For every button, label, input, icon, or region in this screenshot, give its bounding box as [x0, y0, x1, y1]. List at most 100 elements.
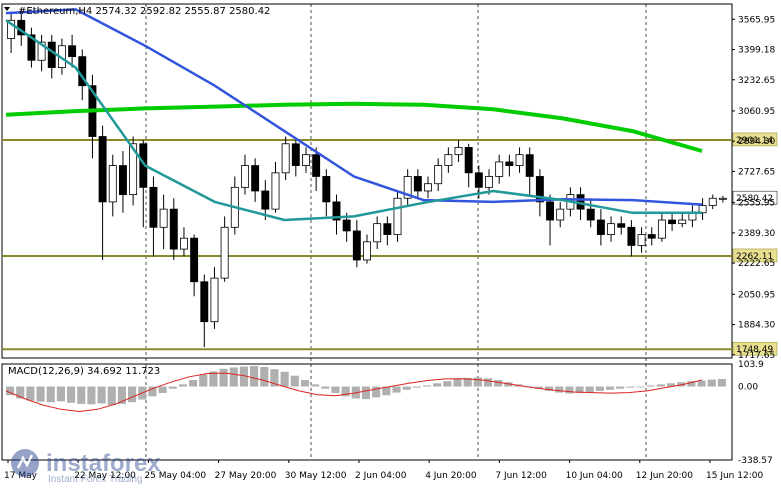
candle-body [241, 165, 249, 188]
candle-body [424, 183, 432, 192]
candle-body [352, 230, 361, 261]
candle-body [393, 197, 402, 235]
chart-canvas: 2901.142262.111748.492580.423565.953399.… [1, 3, 778, 481]
candle-body [474, 172, 483, 188]
macd-bar [168, 386, 177, 389]
macd-bar [250, 365, 259, 387]
macd-bar [636, 386, 645, 388]
macd-bar [331, 386, 340, 394]
candle-body [68, 45, 77, 58]
y-tick-label: 2894.30 [738, 137, 775, 147]
x-tick-label: 12 Jun 20:00 [636, 471, 693, 481]
macd-bar [717, 378, 726, 387]
x-tick-label: 15 Jun 12:00 [706, 471, 763, 481]
macd-bar [565, 386, 574, 394]
candle-body [434, 165, 443, 185]
macd-bar [87, 386, 96, 405]
candle-body [149, 186, 158, 228]
macd-bar [697, 380, 706, 387]
candle-body [678, 219, 687, 225]
x-tick-label: 4 Jun 20:00 [425, 471, 477, 481]
macd-bar [229, 367, 238, 387]
macd-bar [707, 379, 716, 387]
macd-bar [585, 386, 594, 392]
x-tick-label: 2 Jun 04:00 [355, 471, 407, 481]
macd-y-label: 103.9 [738, 360, 764, 370]
candle-body [302, 154, 310, 166]
candle-body [98, 136, 107, 203]
candle-body [342, 219, 351, 232]
macd-bar [473, 377, 482, 387]
candle-body [546, 201, 555, 221]
macd-bar [494, 380, 503, 387]
y-tick-label: 2555.95 [738, 199, 775, 209]
macd-bar [46, 386, 55, 403]
macd-bar [77, 386, 86, 404]
macd-bar [626, 386, 635, 388]
candle-body [647, 234, 656, 239]
y-tick-label: 2050.95 [738, 290, 775, 300]
macd-bar [178, 384, 188, 387]
candle-body [169, 208, 178, 250]
candle-body [525, 154, 534, 177]
candle-body [637, 234, 646, 246]
candle-body [190, 237, 199, 283]
macd-bar [443, 381, 452, 387]
candle-body [556, 208, 565, 221]
macd-bar [189, 380, 198, 387]
candle-body [251, 165, 260, 192]
macd-title: MACD(12,26,9) 34.692 11.723 [8, 366, 160, 377]
candle-body [281, 143, 290, 174]
macd-bar [321, 386, 330, 389]
macd-bar [453, 378, 462, 387]
x-tick-label: 30 May 12:00 [285, 471, 347, 481]
y-tick-label: 3565.95 [738, 15, 775, 25]
candle-body [718, 197, 727, 200]
candle-body [495, 161, 504, 177]
macd-bar [26, 386, 35, 401]
macd-bar [433, 383, 442, 387]
candle-body [210, 277, 219, 323]
y-tick-label: 1884.30 [738, 321, 775, 331]
macd-y-label: -338.57 [738, 456, 773, 466]
candle-body [220, 226, 229, 279]
candle-body [322, 176, 331, 203]
candle-body [657, 219, 666, 239]
candle-body [373, 223, 382, 243]
macd-bar [199, 374, 208, 387]
candle-body [383, 223, 392, 235]
macd-bar [107, 386, 116, 405]
macd-y-label: 0.00 [738, 383, 758, 393]
chart-title: #Ethereum,H4 2574.32 2592.82 2555.87 258… [18, 6, 270, 17]
candle-body [454, 147, 463, 156]
candle-body [108, 165, 117, 203]
macd-bar [402, 386, 411, 390]
y-tick-label: 2389.30 [738, 229, 775, 239]
macd-bar [97, 386, 106, 404]
macd-bar [260, 367, 269, 387]
chevron-down-icon[interactable] [4, 7, 10, 11]
macd-bar [219, 368, 228, 387]
y-tick-label: 2727.65 [738, 167, 775, 177]
macd-bar [36, 386, 45, 402]
candle-body [271, 172, 280, 210]
macd-bar [646, 385, 655, 387]
macd-bar [483, 378, 493, 387]
candle-body [261, 190, 270, 210]
candle-body [586, 208, 595, 221]
x-tick-label: 27 May 20:00 [215, 471, 277, 481]
macd-bar [67, 386, 76, 403]
candle-body [708, 197, 717, 206]
candle-body [444, 154, 453, 166]
candle-body [485, 176, 493, 188]
candle-body [159, 208, 168, 228]
macd-bar [280, 371, 289, 387]
watermark-tagline: Instant Forex Trading [48, 474, 143, 484]
macd-bar [311, 384, 320, 387]
macd-bar [392, 386, 401, 393]
y-tick-label: 3232.65 [738, 76, 775, 86]
candle-body [607, 223, 616, 235]
chart-window: 2901.14 2262.11 1748.49 2580.42 3565.95 3399.… [0, 0, 781, 489]
watermark-brand: instaforex [46, 450, 161, 477]
y-tick-label: 2222.65 [738, 259, 775, 269]
